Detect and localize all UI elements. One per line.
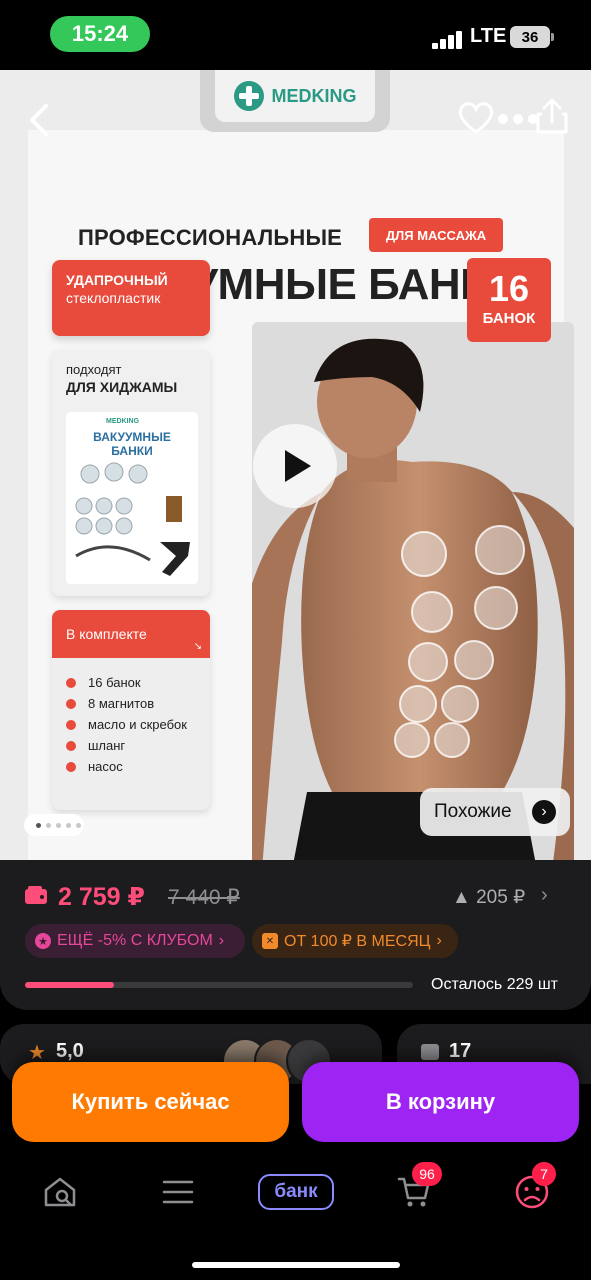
club-chip-label: ЕЩЁ -5% С КЛУБОМ — [57, 932, 213, 949]
wallet-icon — [25, 886, 47, 904]
questions-count: 17 — [449, 1040, 472, 1062]
heart-icon[interactable] — [456, 98, 496, 138]
cups-count-number: 16 — [488, 268, 530, 309]
box-title: ВАКУУМНЫЕ БАНКИ — [93, 430, 171, 458]
home-search-icon — [44, 1177, 76, 1207]
price-change[interactable]: ▲ 205 ₽ — [452, 886, 525, 909]
feature-hijama-title: ДЛЯ ХИДЖАМЫ — [66, 379, 178, 395]
old-price: 7 440 ₽ — [168, 886, 240, 909]
headline-line1: ПРОФЕССИОНАЛЬНЫЕ — [78, 225, 343, 250]
add-to-cart-button[interactable]: В корзину — [302, 1062, 579, 1142]
stock-progress-bar — [25, 982, 413, 988]
chevron-right-icon[interactable]: › — [541, 884, 548, 907]
installment-chip-label: ОТ 100 ₽ В МЕСЯЦ — [284, 933, 431, 950]
battery-icon: 36 — [510, 26, 554, 48]
status-time: 15:24 — [50, 16, 150, 52]
current-price: 2 759 ₽ — [58, 883, 145, 911]
similar-products-button[interactable]: Похожие › — [420, 788, 570, 836]
share-icon[interactable] — [534, 96, 570, 136]
model-illustration — [252, 338, 574, 860]
brand-logo: MEDKING — [215, 70, 375, 122]
kit-title: В комплекте — [66, 626, 147, 642]
buy-now-button[interactable]: Купить сейчас — [12, 1062, 289, 1142]
nav-catalog[interactable] — [148, 1172, 208, 1212]
signal-icon — [432, 29, 466, 49]
stock-progress-fill — [25, 982, 115, 988]
brand-name: MEDKING — [271, 85, 357, 106]
kit-illustration — [75, 462, 190, 576]
product-gallery[interactable]: ПРОФЕССИОНАЛЬНЫЕ ДЛЯ МАССАЖА ВАКУУМНЫЕ Б… — [0, 70, 591, 860]
product-box-image: MEDKING ВАКУУМНЫЕ БАНКИ — [66, 412, 198, 584]
cups-count-label: БАНОК — [482, 310, 536, 327]
kit-header: В комплекте ↘ — [52, 610, 210, 658]
club-discount-chip[interactable]: ★ ЕЩЁ -5% С КЛУБОМ › — [25, 924, 245, 958]
feature-durable: УДАПРОЧНЫЙ стеклопластик — [52, 260, 210, 336]
profile-badge: 7 — [532, 1162, 556, 1186]
kit-item: 8 магнитов — [66, 693, 196, 714]
play-video-button[interactable] — [253, 424, 337, 508]
kit-item: насос — [66, 756, 196, 777]
menu-icon — [162, 1180, 194, 1204]
chevron-right-icon: › — [218, 932, 225, 949]
installment-icon: ✕ — [262, 933, 278, 949]
nav-home-search[interactable] — [30, 1172, 90, 1212]
cups-count-badge: 16 БАНОК — [467, 258, 551, 342]
massage-tag: ДЛЯ МАССАЖА — [369, 218, 503, 252]
bank-label: банк — [258, 1174, 334, 1210]
chevron-left-icon[interactable] — [22, 100, 56, 140]
gallery-page-indicator — [24, 814, 84, 836]
kit-list: 16 банок 8 магнитов масло и скребок шлан… — [52, 658, 210, 777]
chat-icon — [421, 1044, 439, 1060]
price-panel: 2 759 ₽ 7 440 ₽ ▲ 205 ₽ › ★ ЕЩЁ -5% С КЛ… — [0, 860, 591, 1010]
kit-item: шланг — [66, 735, 196, 756]
feature-hijama: подходят ДЛЯ ХИДЖАМЫ MEDKING ВАКУУМНЫЕ Б… — [52, 350, 210, 596]
chevron-right-icon: › — [436, 932, 442, 949]
stock-remaining: Осталось 229 шт — [431, 976, 558, 993]
home-indicator — [192, 1262, 400, 1268]
kit-item: масло и скребок — [66, 714, 196, 735]
feature-durable-sub: стеклопластик — [66, 290, 161, 306]
feature-durable-title: УДАПРОЧНЫЙ — [66, 272, 168, 288]
kit-item: 16 банок — [66, 672, 196, 693]
bottom-navigation: банк 96 7 — [0, 1152, 591, 1280]
club-icon: ★ — [35, 933, 51, 949]
feature-hijama-sub: подходят — [66, 362, 122, 377]
network-type: LTE — [470, 25, 507, 47]
nav-profile[interactable]: 7 — [502, 1162, 562, 1212]
status-bar: 15:24 LTE 36 — [0, 0, 591, 70]
cross-icon — [233, 81, 264, 111]
kit-contents-card: В комплекте ↘ 16 банок 8 магнитов масло … — [52, 610, 210, 810]
box-brand: MEDKING — [106, 418, 140, 425]
similar-label: Похожие — [434, 801, 512, 822]
nav-bank[interactable]: банк — [256, 1172, 336, 1212]
cart-badge: 96 — [412, 1162, 442, 1186]
model-photo — [252, 322, 574, 860]
rating-value: 5,0 — [56, 1040, 84, 1062]
installment-chip[interactable]: ✕ ОТ 100 ₽ В МЕСЯЦ › — [252, 924, 458, 958]
chevron-right-icon: › — [532, 800, 556, 824]
arrow-down-right-icon: ↘ — [193, 641, 202, 652]
nav-cart[interactable]: 96 — [384, 1162, 444, 1212]
